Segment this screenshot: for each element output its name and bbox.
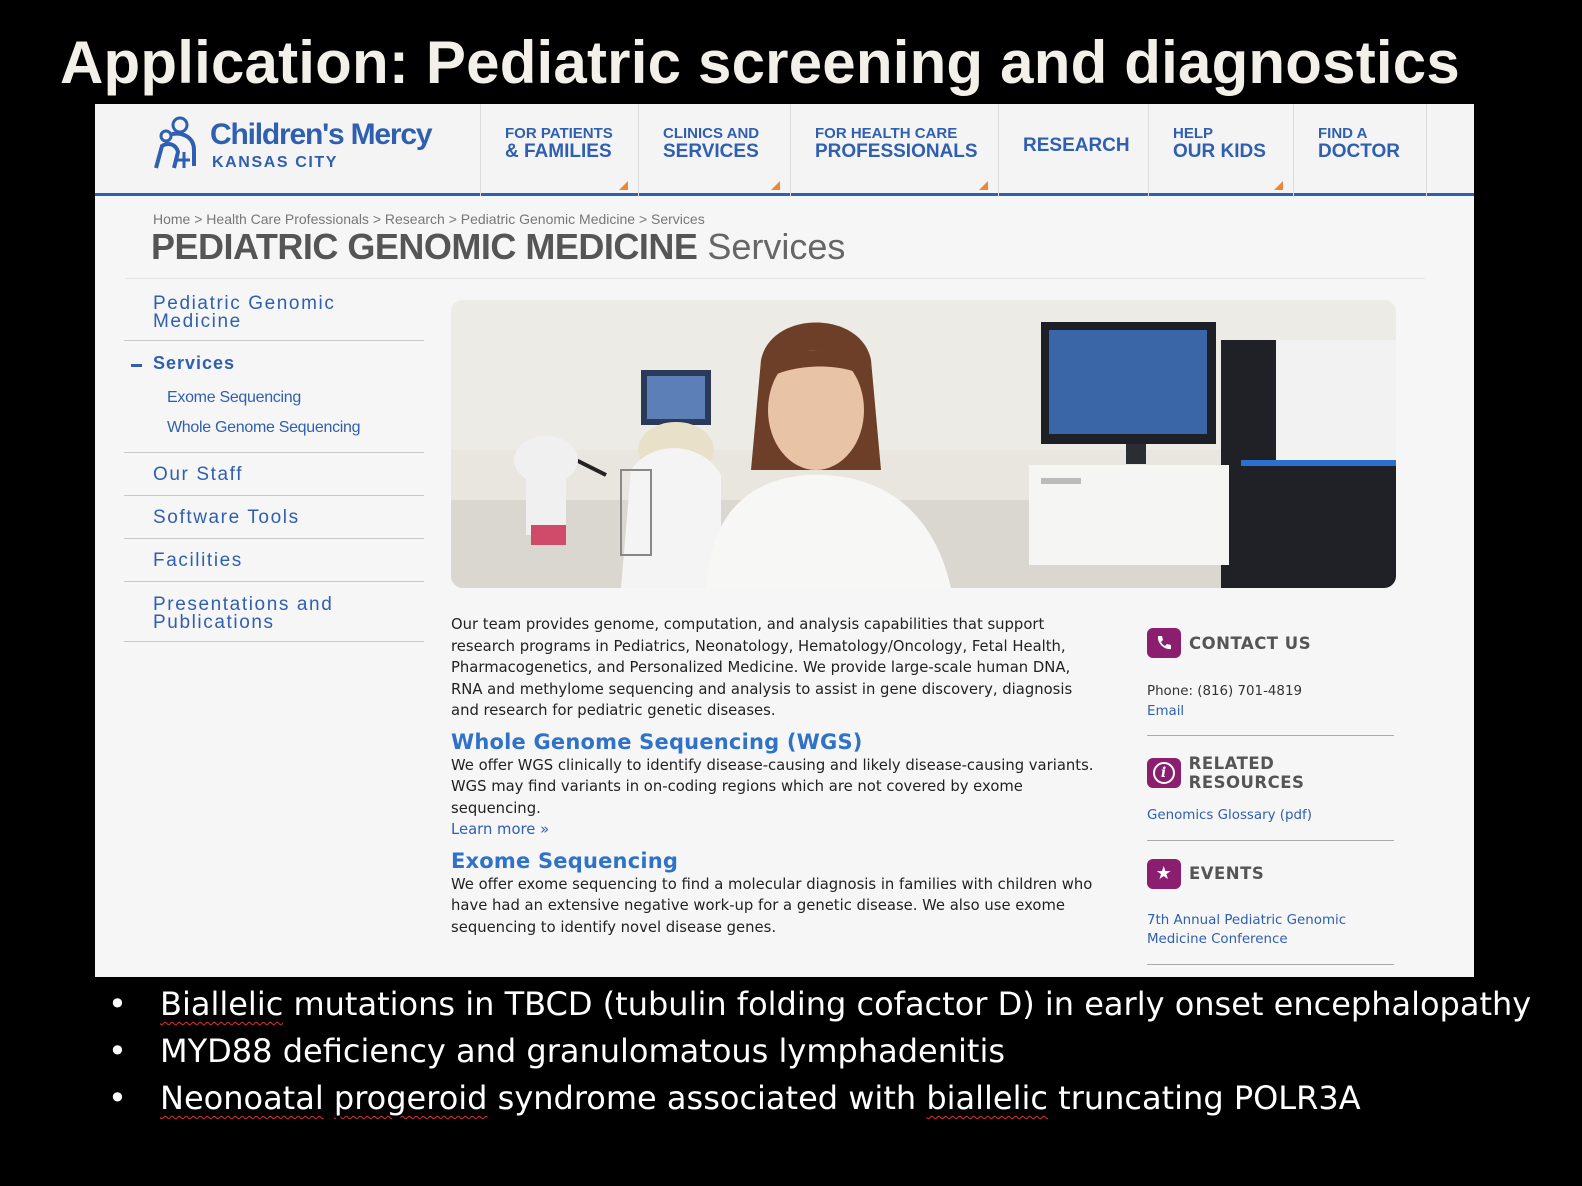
family-logo-icon <box>154 116 196 169</box>
bullet-text: MYD88 deficiency and granulomatous lymph… <box>160 1032 1005 1070</box>
resources-heading-label: RELATED RESOURCES <box>1188 754 1305 792</box>
nav-label-line2: SERVICES <box>663 141 759 162</box>
events-link-wrap: 7th Annual Pediatric Genomic Medicine Co… <box>1147 911 1394 950</box>
events-heading: ★ EVENTS <box>1147 858 1394 889</box>
leftnav-our-staff[interactable]: Our Staff <box>124 453 424 496</box>
nav-clinics-services[interactable]: CLINICS AND SERVICES <box>638 104 790 196</box>
phone-icon <box>1147 628 1181 658</box>
bullet-item: MYD88 deficiency and granulomatous lymph… <box>108 1028 1548 1075</box>
nav-label-line2: PROFESSIONALS <box>815 141 978 162</box>
website-screenshot: Children's Mercy KANSAS CITY FOR PATIENT… <box>95 104 1474 977</box>
conference-event-link[interactable]: 7th Annual Pediatric Genomic Medicine Co… <box>1147 911 1394 950</box>
resources-heading: i RELATED RESOURCES <box>1147 754 1394 792</box>
title-divider <box>125 278 1425 279</box>
nav-find-a-doctor[interactable]: FIND A DOCTOR <box>1293 104 1426 196</box>
spellcheck-word: biallelic <box>926 1079 1048 1117</box>
dropdown-corner-icon <box>771 181 780 190</box>
leftnav-exome-sequencing[interactable]: Exome Sequencing <box>124 382 424 416</box>
nav-help-our-kids[interactable]: HELP OUR KIDS <box>1148 104 1293 196</box>
contact-box: CONTACT US Phone: (816) 701-4819 Email <box>1147 628 1394 736</box>
leftnav-services[interactable]: Services <box>124 341 424 382</box>
leftnav-pediatric-genomic-medicine[interactable]: Pediatric Genomic Medicine <box>124 287 424 341</box>
leftnav-facilities[interactable]: Facilities <box>124 539 424 582</box>
page-title-strong: PEDIATRIC GENOMIC MEDICINE <box>151 226 698 267</box>
spellcheck-word: progeroid <box>333 1079 488 1117</box>
leftnav-software-tools[interactable]: Software Tools <box>124 496 424 539</box>
dropdown-corner-icon <box>619 181 628 190</box>
page-title-light: Services <box>697 226 846 267</box>
nav-label-line2: OUR KIDS <box>1173 141 1266 162</box>
intro-paragraph: Our team provides genome, computation, a… <box>451 616 1073 719</box>
nav-label-line1: FOR HEALTH CARE <box>815 125 958 142</box>
events-box: ★ EVENTS 7th Annual Pediatric Genomic Me… <box>1147 858 1394 965</box>
related-resources-box: i RELATED RESOURCES Genomics Glossary (p… <box>1147 754 1394 841</box>
leftnav-services-label: Services <box>153 353 236 373</box>
nav-label-line2: & FAMILIES <box>505 141 612 162</box>
spellcheck-word: Neonoatal <box>160 1079 324 1117</box>
info-icon: i <box>1147 758 1181 788</box>
nav-label-line1: FIND A <box>1318 125 1368 142</box>
collapse-dash-icon <box>131 363 142 367</box>
slide-bullets: Biallelic mutations in TBCD (tubulin fol… <box>108 981 1548 1122</box>
contact-email-link[interactable]: Email <box>1147 702 1394 722</box>
nav-label-line1: CLINICS AND <box>663 125 760 142</box>
site-header: Children's Mercy KANSAS CITY FOR PATIENT… <box>95 104 1474 196</box>
nav-patients-families[interactable]: FOR PATIENTS & FAMILIES <box>480 104 638 196</box>
contact-heading-label: CONTACT US <box>1189 633 1312 653</box>
nav-health-care-professionals[interactable]: FOR HEALTH CARE PROFESSIONALS <box>790 104 998 196</box>
leftnav-whole-genome-sequencing[interactable]: Whole Genome Sequencing <box>124 416 424 446</box>
main-content: Our team provides genome, computation, a… <box>451 614 1101 938</box>
logo-subtitle: KANSAS CITY <box>212 154 339 171</box>
bullet-item: Neonoatal progeroid syndrome associated … <box>108 1075 1548 1122</box>
main-nav: FOR PATIENTS & FAMILIES CLINICS AND SERV… <box>480 104 1462 196</box>
spellcheck-word: Biallelic <box>160 985 284 1023</box>
nav-research[interactable]: RESEARCH <box>998 104 1148 196</box>
bullet-space <box>324 1079 334 1117</box>
nav-label-line1: HELP <box>1173 125 1214 142</box>
dropdown-corner-icon <box>979 181 988 190</box>
breadcrumb[interactable]: Home > Health Care Professionals > Resea… <box>153 211 705 227</box>
star-icon: ★ <box>1147 858 1181 889</box>
site-logo[interactable]: Children's Mercy KANSAS CITY <box>150 116 450 176</box>
bullet-text: mutations in TBCD (tubulin folding cofac… <box>283 985 1532 1023</box>
wgs-heading[interactable]: Whole Genome Sequencing (WGS) <box>451 729 1101 755</box>
contact-heading: CONTACT US <box>1147 628 1394 658</box>
nav-label-line1: FOR PATIENTS <box>505 125 613 142</box>
left-navigation: Pediatric Genomic Medicine Services Exom… <box>124 287 424 642</box>
bullet-text: truncating POLR3A <box>1047 1079 1361 1117</box>
dropdown-corner-icon <box>1274 181 1283 190</box>
contact-phone: Phone: (816) 701-4819 <box>1147 684 1302 699</box>
bullet-item: Biallelic mutations in TBCD (tubulin fol… <box>108 981 1548 1028</box>
exome-heading[interactable]: Exome Sequencing <box>451 848 1101 874</box>
events-heading-label: EVENTS <box>1189 864 1265 883</box>
hero-image-lab-scientist <box>451 300 1396 588</box>
logo-name: Children's Mercy <box>210 118 433 151</box>
exome-paragraph: We offer exome sequencing to find a mole… <box>451 875 1093 936</box>
nav-divider <box>1426 104 1462 196</box>
leftnav-services-group: Services Exome Sequencing Whole Genome S… <box>124 341 424 453</box>
nav-label-line2: DOCTOR <box>1318 141 1400 162</box>
genomics-glossary-link[interactable]: Genomics Glossary (pdf) <box>1147 806 1394 826</box>
page-title: PEDIATRIC GENOMIC MEDICINE Services <box>151 226 845 268</box>
wgs-paragraph: We offer WGS clinically to identify dise… <box>451 756 1094 817</box>
slide-title: Application: Pediatric screening and dia… <box>60 29 1460 96</box>
learn-more-link[interactable]: Learn more » <box>451 819 1101 841</box>
sidebar: CONTACT US Phone: (816) 701-4819 Email i… <box>1147 628 1394 977</box>
bullet-text: syndrome associated with <box>487 1079 927 1117</box>
nav-label: RESEARCH <box>1023 135 1130 156</box>
leftnav-presentations-publications[interactable]: Presentations and Publications <box>124 582 424 642</box>
